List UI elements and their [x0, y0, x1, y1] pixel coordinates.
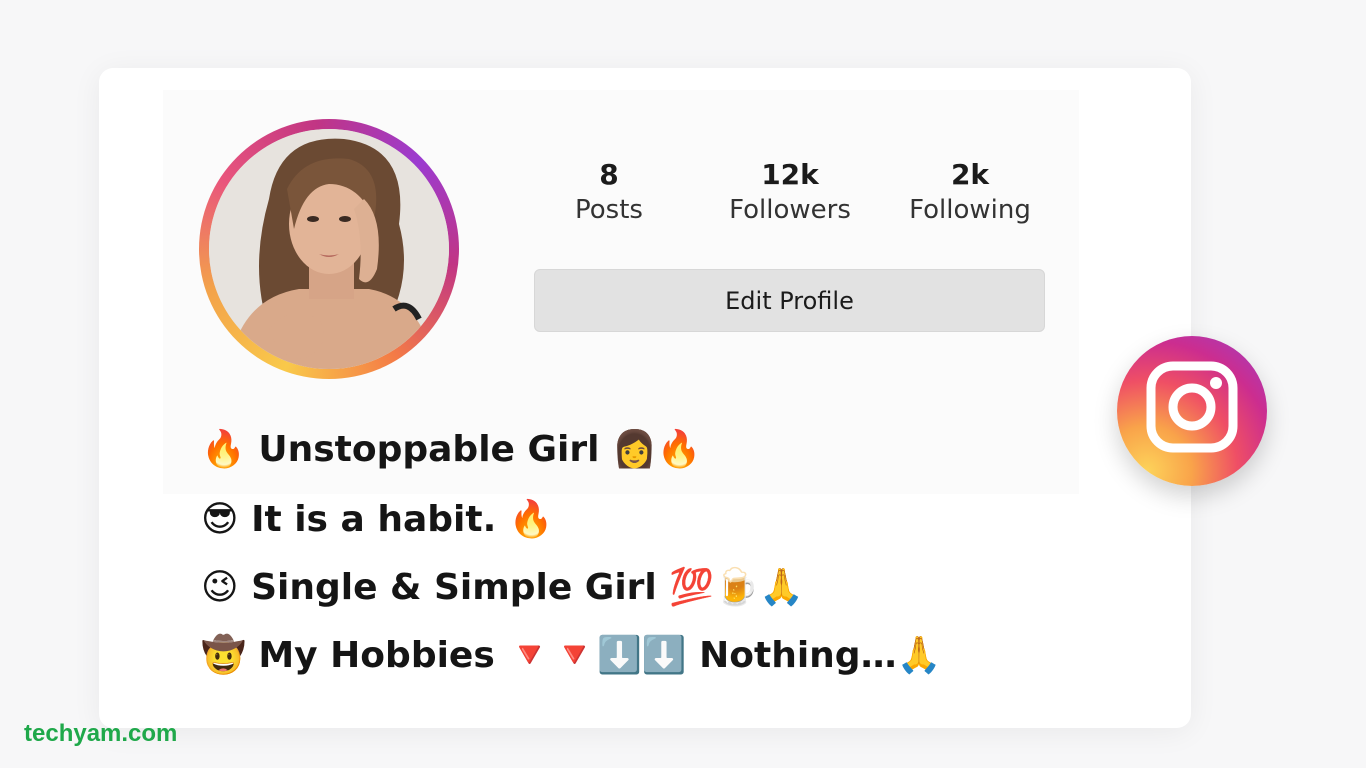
following-count: 2k [950, 158, 990, 191]
edit-profile-button[interactable]: Edit Profile [534, 269, 1045, 332]
stat-following[interactable]: 2k Following [890, 158, 1050, 228]
posts-label: Posts [575, 195, 643, 225]
instagram-badge [1117, 336, 1267, 486]
bio-line-1: 🔥 Unstoppable Girl 👩🔥 [201, 429, 702, 470]
watermark: techyam.com [24, 720, 178, 747]
avatar-story-ring[interactable] [199, 119, 459, 379]
stat-posts[interactable]: 8 Posts [529, 158, 689, 228]
bio-line-3: 😉 Single & Simple Girl 💯🍺🙏 [201, 567, 804, 608]
instagram-icon [1146, 361, 1238, 453]
followers-label: Followers [729, 195, 851, 225]
bio-line-2: 😎 It is a habit. 🔥 [201, 499, 554, 540]
avatar[interactable] [209, 129, 449, 369]
posts-count: 8 [599, 158, 619, 191]
avatar-photo-illustration [209, 129, 449, 369]
following-label: Following [909, 195, 1031, 225]
profile-card: 8 Posts 12k Followers 2k Following Edit … [99, 68, 1191, 728]
followers-count: 12k [761, 158, 819, 191]
bio-line-4: 🤠 My Hobbies 🔻🔻⬇️⬇️ Nothing…🙏 [201, 635, 942, 676]
stat-followers[interactable]: 12k Followers [710, 158, 870, 228]
